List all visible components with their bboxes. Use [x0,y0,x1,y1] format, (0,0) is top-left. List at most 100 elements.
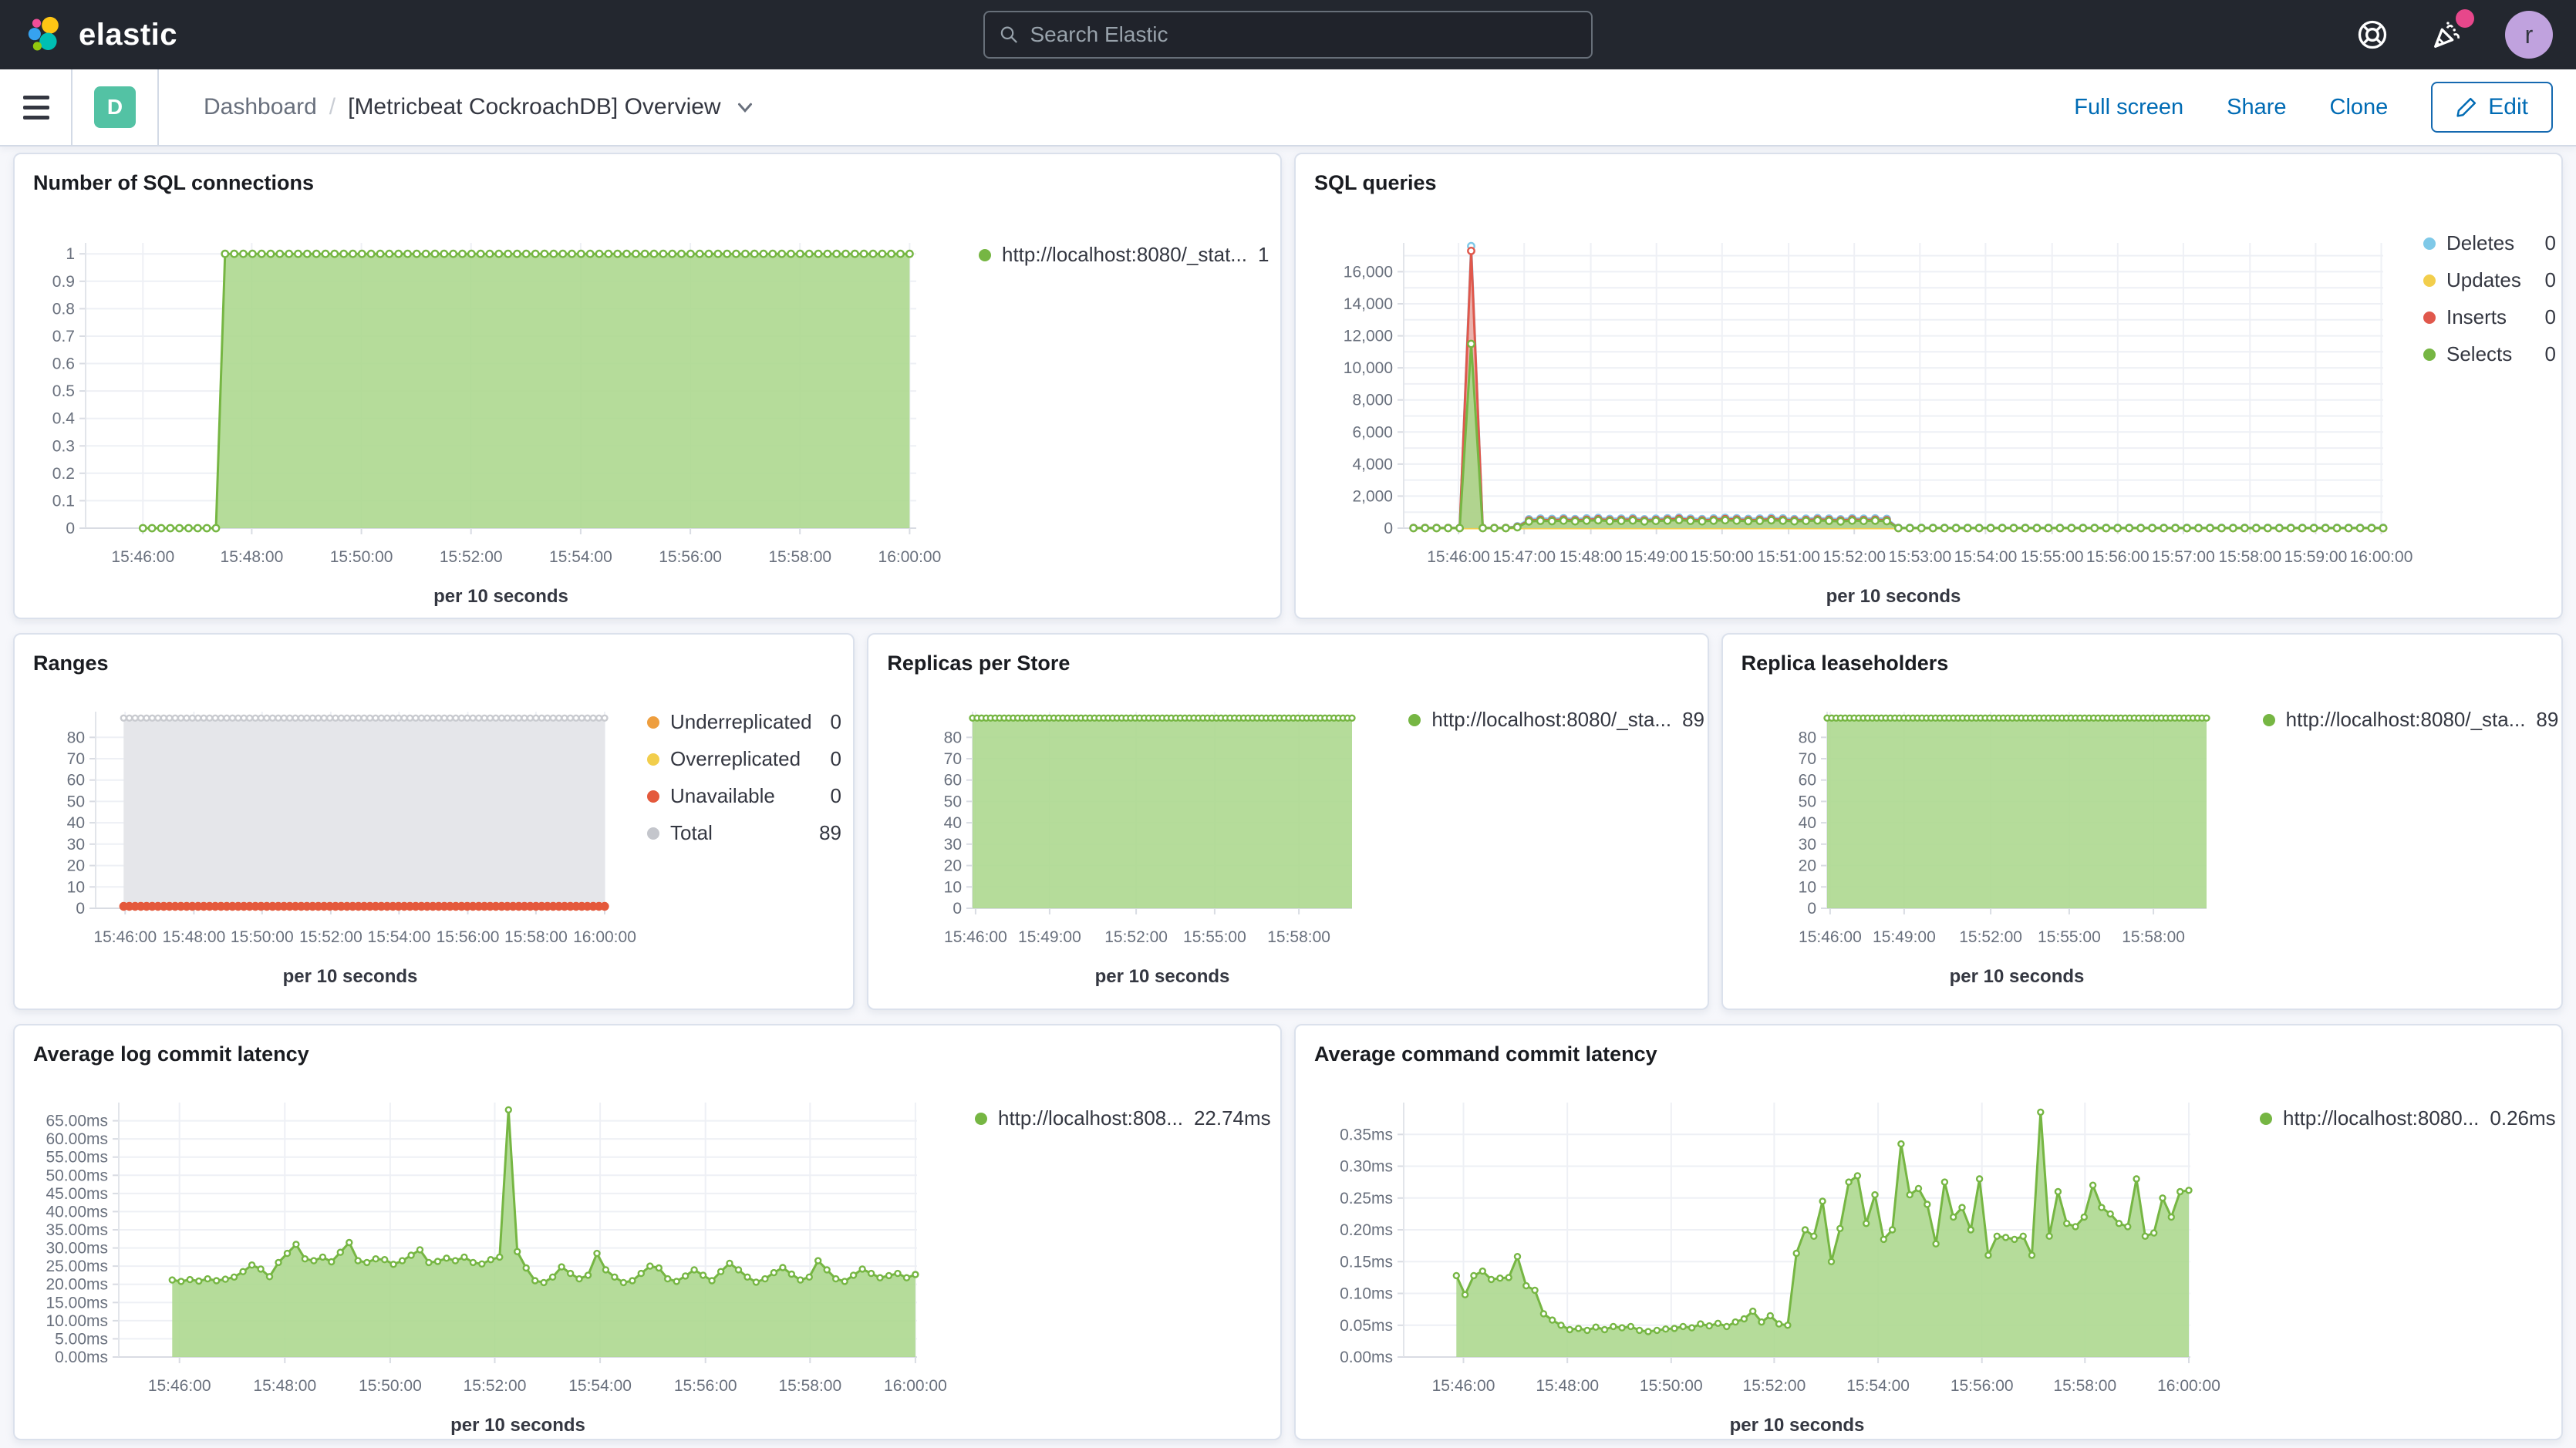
svg-text:15:58:00: 15:58:00 [2122,928,2185,946]
dashboard-toolbar: D Dashboard / [Metricbeat CockroachDB] O… [0,69,2576,146]
panel-replica-leaseholders[interactable]: Replica leaseholders 15:46:0015:49:0015:… [1721,633,2563,1010]
edit-button[interactable]: Edit [2431,82,2553,133]
panel-ranges[interactable]: Ranges 15:46:0015:48:0015:50:0015:52:001… [13,633,855,1010]
legend-series-dot [2260,1113,2272,1125]
svg-text:20: 20 [944,857,962,875]
legend-series-value: 89 [1671,708,1704,732]
legend-item[interactable]: http://localhost:808...22.74ms [975,1106,1268,1130]
svg-text:15.00ms: 15.00ms [46,1294,108,1312]
svg-text:per 10 seconds: per 10 seconds [283,966,418,987]
legend-series-label: http://localhost:8080/_sta... [2286,708,2526,732]
legend-item[interactable]: Deletes0 [2423,231,2556,255]
svg-text:16:00:00: 16:00:00 [2350,548,2413,566]
svg-text:40.00ms: 40.00ms [46,1203,108,1221]
legend-series-label: Unavailable [670,784,775,808]
legend-item[interactable]: http://localhost:8080/_sta...89 [1408,708,1704,732]
svg-text:30: 30 [67,836,85,854]
panel-command-commit-latency[interactable]: Average command commit latency 15:46:001… [1294,1024,2563,1440]
svg-text:per 10 seconds: per 10 seconds [1826,586,1961,607]
svg-text:6,000: 6,000 [1352,423,1393,441]
svg-text:80: 80 [1798,729,1816,746]
panel-sql-queries[interactable]: SQL queries 15:46:0015:47:0015:48:0015:4… [1294,153,2563,619]
chart-svg: 15:46:0015:48:0015:50:0015:52:0015:54:00… [15,243,939,617]
svg-text:10.00ms: 10.00ms [46,1312,108,1330]
legend-item[interactable]: http://localhost:8080/_stat...1 [979,243,1268,267]
legend-series-label: Updates [2446,268,2521,292]
chart-log-commit-latency: 15:46:0015:48:0015:50:0015:52:0015:54:00… [15,1025,1280,1439]
legend-series-value: 0 [2534,305,2556,329]
legend-item[interactable]: http://localhost:8080...0.26ms [2260,1106,2549,1130]
svg-text:15:55:00: 15:55:00 [1183,928,1246,946]
panel-log-commit-latency[interactable]: Average log commit latency 15:46:0015:48… [13,1024,1282,1440]
svg-text:15:52:00: 15:52:00 [1105,928,1168,946]
dashboard-badge[interactable]: D [94,86,136,128]
svg-text:16:00:00: 16:00:00 [878,548,942,566]
svg-text:15:46:00: 15:46:00 [1799,928,1862,946]
menu-button[interactable] [23,96,49,120]
legend-item[interactable]: Updates0 [2423,268,2556,292]
legend-item[interactable]: http://localhost:8080/_sta...89 [2263,708,2558,732]
svg-text:15:49:00: 15:49:00 [1625,548,1688,566]
svg-text:0.5: 0.5 [52,382,75,400]
global-search[interactable] [983,11,1593,59]
svg-text:15:50:00: 15:50:00 [231,928,294,946]
svg-text:15:48:00: 15:48:00 [163,928,226,946]
panel-sql-connections[interactable]: Number of SQL connections 15:46:0015:48:… [13,153,1282,619]
svg-text:per 10 seconds: per 10 seconds [433,586,568,607]
announcements-button[interactable] [2429,17,2465,52]
user-avatar[interactable]: r [2505,11,2553,59]
legend-item[interactable]: Underreplicated0 [647,710,841,734]
svg-text:80: 80 [67,729,85,746]
full-screen-button[interactable]: Full screen [2074,95,2183,120]
svg-text:15:54:00: 15:54:00 [368,928,431,946]
breadcrumb-dashboard-link[interactable]: Dashboard [204,94,317,120]
legend-item[interactable]: Unavailable0 [647,784,841,808]
svg-text:15:46:00: 15:46:00 [1432,1377,1495,1395]
help-button[interactable] [2355,18,2389,52]
legend-item[interactable]: Inserts0 [2423,305,2556,329]
svg-text:0.20ms: 0.20ms [1340,1221,1393,1239]
svg-text:15:54:00: 15:54:00 [1846,1377,1910,1395]
legend-series-value: 89 [2525,708,2558,732]
svg-text:15:59:00: 15:59:00 [2284,548,2348,566]
legend-item[interactable]: Overreplicated0 [647,747,841,771]
title-dropdown-button[interactable] [733,96,757,119]
svg-text:15:56:00: 15:56:00 [674,1377,737,1395]
panel-replicas-per-store[interactable]: Replicas per Store 15:46:0015:49:0015:52… [867,633,1708,1010]
svg-text:0.05ms: 0.05ms [1340,1317,1393,1335]
legend-item[interactable]: Total89 [647,821,841,845]
svg-text:60: 60 [1798,772,1816,790]
svg-text:15:48:00: 15:48:00 [253,1377,316,1395]
svg-text:15:55:00: 15:55:00 [2021,548,2084,566]
search-icon [999,24,1019,45]
svg-text:per 10 seconds: per 10 seconds [450,1415,585,1436]
svg-text:15:48:00: 15:48:00 [221,548,284,566]
svg-text:15:50:00: 15:50:00 [1640,1377,1703,1395]
chart-replica-leaseholders: 15:46:0015:49:0015:52:0015:55:0015:58:00… [1723,635,2561,1009]
chart-legend: Deletes0Updates0Inserts0Selects0 [2423,231,2556,379]
svg-text:15:52:00: 15:52:00 [464,1377,527,1395]
notification-dot [2456,9,2474,28]
legend-series-value: 0 [820,710,841,734]
svg-text:16:00:00: 16:00:00 [2157,1377,2220,1395]
svg-text:60.00ms: 60.00ms [46,1130,108,1148]
legend-item[interactable]: Selects 0 [2423,342,2556,366]
svg-text:15:46:00: 15:46:00 [1427,548,1490,566]
chart-svg: 15:46:0015:47:0015:48:0015:49:0015:50:00… [1296,243,2406,617]
svg-text:55.00ms: 55.00ms [46,1149,108,1167]
svg-text:15:52:00: 15:52:00 [1959,928,2022,946]
elastic-logo[interactable]: elastic [23,13,177,56]
clone-button[interactable]: Clone [2330,95,2389,120]
svg-text:30: 30 [1798,836,1816,854]
legend-series-value: 0 [2534,342,2556,366]
svg-text:0: 0 [1384,520,1393,537]
search-input[interactable] [1030,22,1577,47]
svg-text:8,000: 8,000 [1352,392,1393,409]
svg-text:0.00ms: 0.00ms [1340,1349,1393,1366]
legend-series-label: Selects [2446,342,2512,366]
svg-text:50: 50 [944,793,962,810]
svg-text:15:54:00: 15:54:00 [549,548,612,566]
svg-text:per 10 seconds: per 10 seconds [1949,966,2084,987]
svg-text:0.00ms: 0.00ms [55,1349,108,1366]
share-button[interactable]: Share [2227,95,2286,120]
